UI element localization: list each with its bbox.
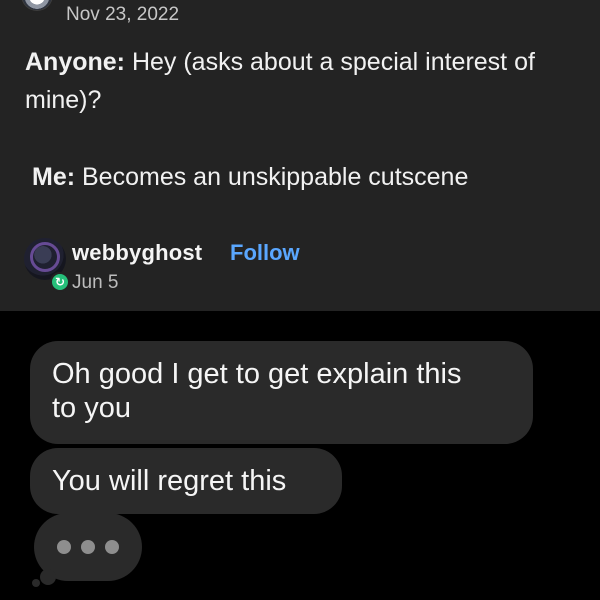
message-bubble: You will regret this <box>30 448 342 514</box>
avatar-ring-icon <box>30 242 60 272</box>
reply-date: Jun 5 <box>72 272 119 293</box>
message-bubble: Oh good I get to get explain this to you <box>30 341 533 444</box>
post-line-2-text: mine)? <box>25 86 102 114</box>
message-text-line-1: Oh good I get to get explain this <box>52 358 462 390</box>
post-date: Nov 23, 2022 <box>66 4 180 25</box>
typing-indicator <box>32 513 142 587</box>
follow-button[interactable]: Follow <box>230 240 300 266</box>
avatar-icon[interactable] <box>22 0 52 10</box>
typing-tail-icon <box>32 579 40 587</box>
reblog-header: ↻ webbyghost Follow Jun 5 <box>24 238 444 294</box>
post-line-3: Me: Becomes an unskippable cutscene <box>32 160 468 195</box>
messages-area: Oh good I get to get explain this to you… <box>0 311 600 600</box>
reblog-icon: ↻ <box>50 272 70 292</box>
typing-dot-icon <box>57 540 71 554</box>
post-card: Nov 23, 2022 Anyone: Hey (asks about a s… <box>0 0 600 311</box>
speaker-me: Me: <box>32 163 76 191</box>
post-line-1-text: Hey (asks about a special interest of <box>125 48 535 76</box>
typing-dot-icon <box>81 540 95 554</box>
speaker-anyone: Anyone: <box>25 48 125 76</box>
post-line-1: Anyone: Hey (asks about a special intere… <box>25 45 535 80</box>
post-line-2: mine)? <box>25 83 101 118</box>
message-text: You will regret this <box>52 465 287 497</box>
post-line-3-text: Becomes an unskippable cutscene <box>75 163 469 191</box>
typing-tail-icon <box>40 569 56 585</box>
username[interactable]: webbyghost <box>72 240 202 266</box>
typing-dot-icon <box>105 540 119 554</box>
message-text-line-2: to you <box>52 392 131 424</box>
